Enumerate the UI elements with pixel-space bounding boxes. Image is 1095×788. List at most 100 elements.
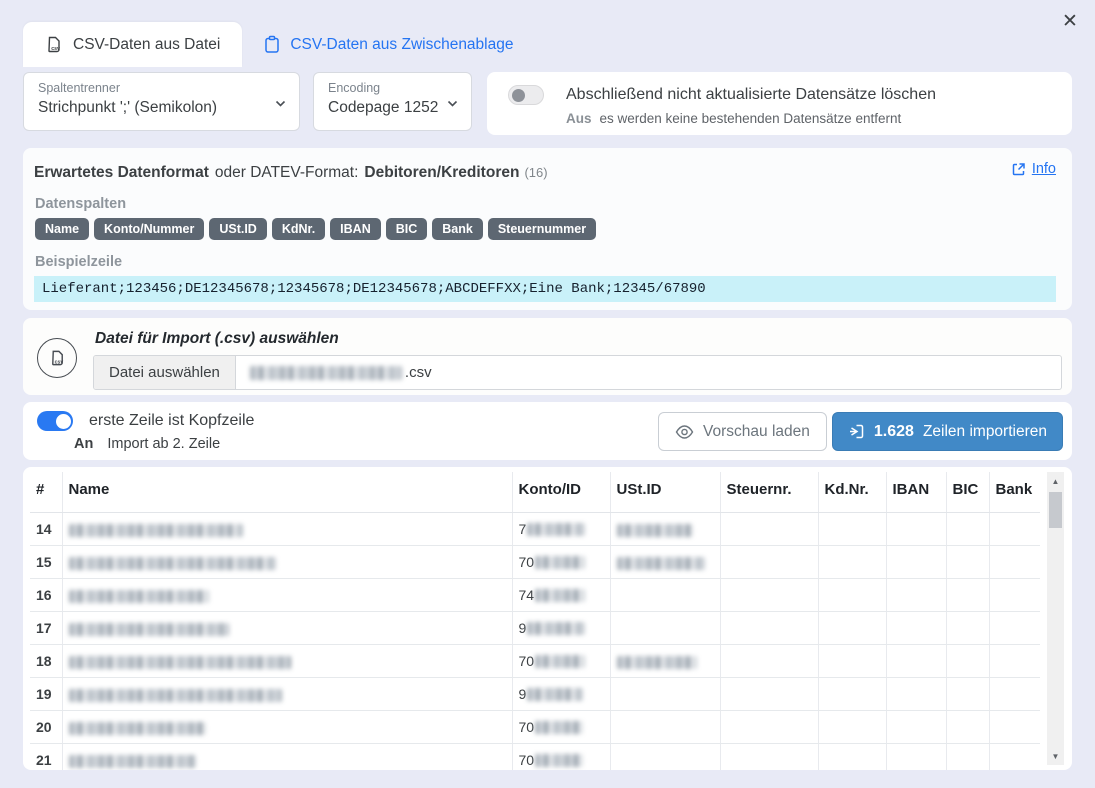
format-title-count: (16) <box>524 165 547 180</box>
blurred-name <box>69 557 276 570</box>
separator-select-label: Spaltentrenner <box>38 81 120 95</box>
konto-id-prefix: 74 <box>519 587 535 603</box>
konto-id-prefix: 70 <box>519 719 535 735</box>
blurred-ustid <box>617 557 705 570</box>
format-title-bold: Erwartetes Datenformat <box>34 164 209 182</box>
column-badge: USt.ID <box>209 218 267 240</box>
info-link-label: Info <box>1032 161 1056 177</box>
table-row[interactable]: 16 74 <box>30 579 1040 612</box>
konto-id-prefix: 70 <box>519 653 535 669</box>
blurred-ustid <box>617 656 697 669</box>
csv-file-circle-icon: csv <box>37 338 77 378</box>
table-body: 14 7 15 70 16 74 17 9 18 70 19 9 20 <box>30 513 1040 771</box>
column-badge: Name <box>35 218 89 240</box>
preview-table: # Name Konto/ID USt.ID Steuernr. Kd.Nr. … <box>30 472 1040 770</box>
tab-label: CSV-Daten aus Datei <box>73 36 220 54</box>
col-header-steuernr: Steuernr. <box>720 472 818 513</box>
import-row-count: 1.628 <box>874 423 914 441</box>
konto-id-prefix: 9 <box>519 620 527 636</box>
encoding-select[interactable]: Encoding Codepage 1252 <box>313 72 472 131</box>
blurred-konto-id <box>527 523 585 536</box>
tab-label: CSV-Daten aus Zwischenablage <box>290 36 513 54</box>
format-title: Erwartetes Datenformat oder DATEV-Format… <box>34 161 1056 182</box>
delete-records-description: es werden keine bestehenden Datensätze e… <box>600 111 902 126</box>
col-header-konto: Konto/ID <box>512 472 610 513</box>
file-picker-card: csv Datei für Import (.csv) auswählen Da… <box>23 318 1072 395</box>
scroll-up-arrow-icon[interactable]: ▲ <box>1047 474 1064 488</box>
info-link[interactable]: Info <box>1011 161 1056 177</box>
blurred-name <box>69 623 229 636</box>
import-rows-button[interactable]: 1.628 Zeilen importieren <box>832 412 1063 451</box>
table-row[interactable]: 20 70 <box>30 711 1040 744</box>
col-header-ustid: USt.ID <box>610 472 720 513</box>
file-input[interactable]: Datei auswählen .csv <box>93 355 1062 390</box>
sample-row-label: Beispielzeile <box>35 254 1056 270</box>
first-row-header-state: An <box>74 436 93 452</box>
blurred-name <box>69 755 196 768</box>
table-row[interactable]: 18 70 <box>30 645 1040 678</box>
delete-records-state: Aus <box>566 111 592 126</box>
delete-records-toggle[interactable] <box>508 85 544 105</box>
table-scrollbar[interactable]: ▲ ▼ <box>1047 472 1064 765</box>
load-preview-label: Vorschau laden <box>703 423 810 441</box>
svg-text:csv: csv <box>54 360 63 366</box>
selected-filename: .csv <box>236 356 446 389</box>
konto-id-prefix: 70 <box>519 752 535 768</box>
filename-suffix: .csv <box>405 364 432 381</box>
header-row-card: erste Zeile ist Kopfzeile AnImport ab 2.… <box>23 402 1072 460</box>
tab-csv-from-file[interactable]: csv CSV-Daten aus Datei <box>23 22 242 67</box>
data-columns-label: Datenspalten <box>35 196 1056 212</box>
format-title-name: Debitoren/Kreditoren <box>364 164 519 182</box>
delete-records-label: Abschließend nicht aktualisierte Datensä… <box>566 86 936 104</box>
tab-csv-from-clipboard[interactable]: CSV-Daten aus Zwischenablage <box>242 22 535 67</box>
choose-file-button[interactable]: Datei auswählen <box>94 356 236 389</box>
format-title-mid: oder DATEV-Format: <box>215 164 359 182</box>
separator-select-value: Strichpunkt ';' (Semikolon) <box>38 99 217 117</box>
chevron-down-icon <box>274 97 287 110</box>
blurred-konto-id <box>535 721 583 734</box>
col-header-bic: BIC <box>946 472 989 513</box>
blurred-ustid <box>617 524 693 537</box>
table-row[interactable]: 21 70 <box>30 744 1040 771</box>
col-header-name: Name <box>62 472 512 513</box>
column-badge: BIC <box>386 218 428 240</box>
first-row-header-status: AnImport ab 2. Zeile <box>74 436 220 452</box>
sample-row-value: Lieferant;123456;DE12345678;12345678;DE1… <box>34 276 1056 302</box>
delete-records-status: Aus es werden keine bestehenden Datensätz… <box>566 111 901 126</box>
blurred-name <box>69 656 291 669</box>
first-row-header-label: erste Zeile ist Kopfzeile <box>89 412 254 430</box>
table-row[interactable]: 19 9 <box>30 678 1040 711</box>
blurred-konto-id <box>535 556 585 569</box>
scrollbar-thumb[interactable] <box>1049 492 1062 528</box>
import-icon <box>848 423 865 440</box>
table-header-row: # Name Konto/ID USt.ID Steuernr. Kd.Nr. … <box>30 472 1040 513</box>
table-row[interactable]: 15 70 <box>30 546 1040 579</box>
col-header-iban: IBAN <box>886 472 946 513</box>
table-row[interactable]: 17 9 <box>30 612 1040 645</box>
first-row-header-toggle[interactable] <box>37 411 73 431</box>
import-rows-label: Zeilen importieren <box>923 423 1047 441</box>
blurred-filename <box>250 366 402 380</box>
format-info-card: Erwartetes Datenformat oder DATEV-Format… <box>23 148 1072 310</box>
konto-id-prefix: 70 <box>519 554 535 570</box>
col-header-kdnr: Kd.Nr. <box>818 472 886 513</box>
blurred-konto-id <box>535 589 585 602</box>
delete-records-card: Abschließend nicht aktualisierte Datensä… <box>487 72 1072 135</box>
data-column-badges: Name Konto/Nummer USt.ID KdNr. IBAN BIC … <box>35 218 1056 240</box>
column-badge: KdNr. <box>272 218 325 240</box>
scroll-down-arrow-icon[interactable]: ▼ <box>1047 749 1064 763</box>
column-badge: Steuernummer <box>488 218 596 240</box>
close-icon[interactable]: ✕ <box>1055 6 1085 36</box>
konto-id-prefix: 9 <box>519 686 527 702</box>
separator-select[interactable]: Spaltentrenner Strichpunkt ';' (Semikolo… <box>23 72 300 131</box>
encoding-select-value: Codepage 1252 <box>328 99 438 117</box>
tab-bar: csv CSV-Daten aus Datei CSV-Daten aus Zw… <box>23 22 1072 67</box>
csv-import-dialog: csv CSV-Daten aus Datei CSV-Daten aus Zw… <box>0 0 1095 788</box>
table-row[interactable]: 14 7 <box>30 513 1040 546</box>
blurred-konto-id <box>535 754 583 767</box>
file-picker-title: Datei für Import (.csv) auswählen <box>95 330 1062 348</box>
blurred-konto-id <box>527 622 585 635</box>
col-header-index: # <box>30 472 62 513</box>
load-preview-button[interactable]: Vorschau laden <box>658 412 827 451</box>
preview-table-card: # Name Konto/ID USt.ID Steuernr. Kd.Nr. … <box>23 467 1072 770</box>
